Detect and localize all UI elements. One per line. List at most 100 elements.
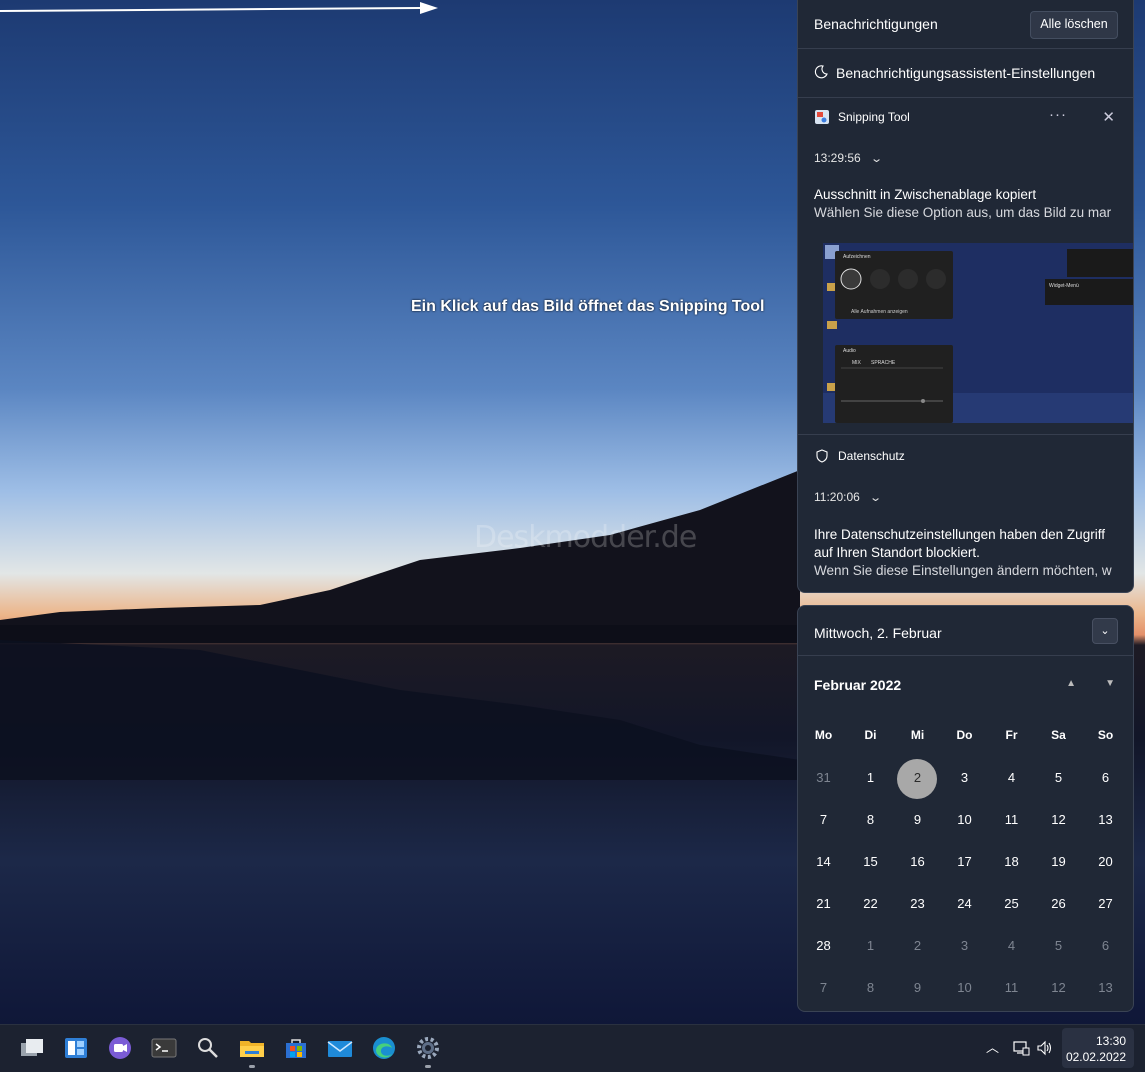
focus-assist-label: Benachrichtigungsassistent-Einstellungen: [836, 65, 1096, 81]
next-month-button[interactable]: ▼: [1105, 678, 1115, 689]
time-label: 13:29:56: [814, 151, 861, 165]
calendar-day[interactable]: 26: [1035, 896, 1082, 911]
volume-icon[interactable]: [1036, 1039, 1054, 1057]
task-view-icon[interactable]: [18, 1034, 46, 1062]
clock-time: 13:30: [1095, 1034, 1126, 1048]
notification-heading: Ihre Datenschutzeinstellungen haben den …: [814, 527, 1105, 542]
notification-message[interactable]: Ausschnitt in Zwischenablage kopiert Wäh…: [814, 186, 1119, 222]
search-icon[interactable]: [194, 1034, 222, 1062]
calendar-day[interactable]: 9: [894, 812, 941, 827]
calendar-day[interactable]: 8: [847, 980, 894, 995]
calendar-day[interactable]: 9: [894, 980, 941, 995]
calendar-day[interactable]: 23: [894, 896, 941, 911]
more-options-button[interactable]: ···: [1049, 106, 1067, 123]
running-indicator: [249, 1065, 255, 1068]
settings-icon[interactable]: [414, 1034, 442, 1062]
calendar-day[interactable]: 17: [941, 854, 988, 869]
clear-all-button[interactable]: Alle löschen: [1030, 11, 1118, 39]
calendar-day[interactable]: 19: [1035, 854, 1082, 869]
calendar-day[interactable]: 11: [988, 980, 1035, 995]
widgets-icon[interactable]: [62, 1034, 90, 1062]
notification-heading-cont: auf Ihren Standort blockiert.: [814, 545, 980, 560]
notification-time[interactable]: 13:29:56 ⌄: [814, 151, 884, 165]
time-label: 11:20:06: [814, 490, 860, 504]
notification-app-header: Snipping Tool ··· ✕: [798, 100, 1133, 132]
notification-body: Wenn Sie diese Einstellungen ändern möch…: [814, 563, 1112, 578]
clock-button[interactable]: 13:30 02.02.2022: [1062, 1028, 1134, 1068]
clock-date: 02.02.2022: [1065, 1050, 1126, 1064]
focus-assist-settings-link[interactable]: Benachrichtigungsassistent-Einstellungen: [798, 48, 1133, 98]
notification-center: Benachrichtigungen Alle löschen Benachri…: [797, 0, 1134, 593]
show-hidden-icons-button[interactable]: ︿: [986, 1037, 999, 1056]
teams-chat-icon[interactable]: [106, 1034, 134, 1062]
screenshot-preview-image[interactable]: Aufzeichnen Alle Aufnahmen anzeigen Audi…: [823, 243, 1133, 423]
file-explorer-icon[interactable]: [238, 1034, 266, 1062]
store-icon[interactable]: [282, 1034, 310, 1062]
calendar-day[interactable]: 3: [941, 938, 988, 953]
calendar-day[interactable]: 6: [1082, 938, 1129, 953]
calendar-day[interactable]: 21: [800, 896, 847, 911]
calendar-day[interactable]: 27: [1082, 896, 1129, 911]
notification-divider: [798, 434, 1133, 435]
calendar-day[interactable]: 10: [941, 980, 988, 995]
calendar-day[interactable]: 22: [847, 896, 894, 911]
preview-panel1-title: Aufzeichnen: [843, 254, 871, 260]
weekday-header: Mo: [814, 728, 833, 742]
calendar-day[interactable]: 24: [941, 896, 988, 911]
calendar-day[interactable]: 18: [988, 854, 1035, 869]
edge-icon[interactable]: [370, 1034, 398, 1062]
calendar-day[interactable]: 16: [894, 854, 941, 869]
calendar-day[interactable]: 13: [1082, 980, 1129, 995]
calendar-day[interactable]: 1: [847, 938, 894, 953]
calendar-day[interactable]: 4: [988, 938, 1035, 953]
calendar-day[interactable]: 12: [1035, 980, 1082, 995]
terminal-icon[interactable]: [150, 1034, 178, 1062]
weekday-header: Fr: [1005, 728, 1018, 742]
calendar-day[interactable]: 8: [847, 812, 894, 827]
chevron-down-icon: ⌄: [870, 153, 884, 165]
app-name: Datenschutz: [838, 449, 905, 463]
calendar-day[interactable]: 15: [847, 854, 894, 869]
weekday-header: Sa: [1051, 728, 1066, 742]
calendar-day[interactable]: 1: [847, 770, 894, 785]
calendar-day[interactable]: 7: [800, 980, 847, 995]
notification-app-header: Datenschutz: [798, 439, 1133, 471]
weekday-header: Di: [864, 728, 877, 742]
calendar-day[interactable]: 7: [800, 812, 847, 827]
preview-panel2-tab2: SPRACHE: [871, 360, 896, 366]
notification-header: Benachrichtigungen Alle löschen: [798, 0, 1133, 48]
preview-graphic: [823, 243, 1133, 423]
weekday-header: Do: [956, 728, 973, 742]
calendar-day[interactable]: 3: [941, 770, 988, 785]
running-indicator: [425, 1065, 431, 1068]
network-icon[interactable]: [1012, 1039, 1030, 1057]
calendar-month-label[interactable]: Februar 2022: [814, 677, 901, 693]
calendar-day[interactable]: 31: [800, 770, 847, 785]
calendar-day[interactable]: 28: [800, 938, 847, 953]
calendar-day[interactable]: 2: [894, 938, 941, 953]
calendar-day[interactable]: 12: [1035, 812, 1082, 827]
collapse-calendar-button[interactable]: ⌄: [1092, 618, 1118, 644]
notification-time[interactable]: 11:20:06 ⌄: [814, 490, 882, 504]
calendar-day[interactable]: 4: [988, 770, 1035, 785]
calendar-day[interactable]: 25: [988, 896, 1035, 911]
calendar-day[interactable]: 13: [1082, 812, 1129, 827]
preview-widget-title: Widget-Menü: [1049, 283, 1079, 289]
notification-message[interactable]: Ihre Datenschutzeinstellungen haben den …: [814, 526, 1119, 580]
calendar-day[interactable]: 5: [1035, 938, 1082, 953]
calendar-day[interactable]: 11: [988, 812, 1035, 827]
weekday-header: So: [1097, 728, 1114, 742]
mail-icon[interactable]: [326, 1034, 354, 1062]
notification-heading: Ausschnitt in Zwischenablage kopiert: [814, 187, 1037, 202]
calendar-day[interactable]: 5: [1035, 770, 1082, 785]
calendar-date-header: Mittwoch, 2. Februar: [814, 625, 942, 641]
calendar-day[interactable]: 6: [1082, 770, 1129, 785]
annotation-arrow: [0, 2, 438, 14]
close-notification-button[interactable]: ✕: [1102, 108, 1115, 126]
calendar-day-today[interactable]: 2: [894, 770, 941, 785]
calendar-day[interactable]: 20: [1082, 854, 1129, 869]
calendar-day[interactable]: 14: [800, 854, 847, 869]
previous-month-button[interactable]: ▲: [1066, 678, 1076, 689]
calendar-day[interactable]: 10: [941, 812, 988, 827]
calendar-separator: [798, 655, 1133, 656]
